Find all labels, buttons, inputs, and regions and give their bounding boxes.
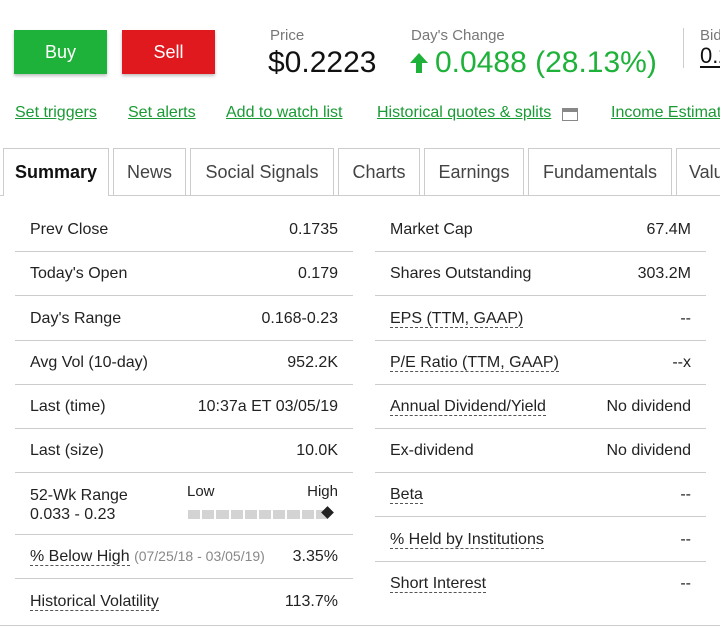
stat-value: 3.35% (292, 548, 338, 565)
below-high-label[interactable]: % Below High (30, 548, 130, 566)
set-triggers-link[interactable]: Set triggers (15, 104, 97, 122)
days-change-label: Day's Change (411, 27, 505, 44)
buy-button[interactable]: Buy (14, 30, 107, 74)
stat-label: EPS (TTM, GAAP) (390, 310, 524, 328)
below-high-dates: (07/25/18 - 03/05/19) (134, 548, 265, 564)
tab-summary[interactable]: Summary (3, 148, 109, 196)
stat-label: 52-Wk Range (30, 487, 128, 504)
stat-label: Avg Vol (10-day) (30, 354, 148, 371)
stat-row-prev-close: Prev Close 0.1735 (15, 208, 353, 252)
annual-dividend-label[interactable]: Annual Dividend/Yield (390, 398, 546, 416)
beta-label[interactable]: Beta (390, 486, 423, 504)
calendar-icon[interactable] (562, 108, 578, 121)
tab-valuation[interactable]: Valuation (676, 148, 720, 195)
stat-row-pe-ratio: P/E Ratio (TTM, GAAP) --x (375, 341, 706, 385)
stat-value: -- (680, 531, 691, 548)
stat-row-annual-dividend: Annual Dividend/Yield No dividend (375, 385, 706, 429)
tab-social-signals[interactable]: Social Signals (190, 148, 334, 195)
stat-row-held-by-institutions: % Held by Institutions -- (375, 518, 706, 562)
divider (683, 28, 684, 68)
stat-row-short-interest: Short Interest -- (375, 562, 706, 606)
price-label: Price (270, 27, 305, 44)
stat-value: 113.7% (284, 593, 338, 610)
held-by-institutions-label[interactable]: % Held by Institutions (390, 531, 544, 549)
set-alerts-link[interactable]: Set alerts (128, 104, 196, 122)
stat-row-market-cap: Market Cap 67.4M (375, 208, 706, 252)
stat-label: % Held by Institutions (390, 531, 544, 549)
stat-row-ex-dividend: Ex-dividend No dividend (375, 429, 706, 473)
stat-row-days-range: Day's Range 0.168-0.23 (15, 297, 353, 341)
days-change: 0.0488 (28.13%) (409, 46, 657, 80)
stat-label: Historical Volatility (30, 593, 159, 611)
stat-row-historical-volatility: Historical Volatility 113.7% (15, 580, 353, 624)
action-links: Set triggers Set alerts Add to watch lis… (0, 104, 720, 126)
stat-label: Short Interest (390, 575, 487, 593)
pe-ratio-label[interactable]: P/E Ratio (TTM, GAAP) (390, 354, 559, 372)
stat-label: Market Cap (390, 221, 473, 238)
stat-row-last-size: Last (size) 10.0K (15, 429, 353, 473)
short-interest-label[interactable]: Short Interest (390, 575, 487, 593)
stat-value: 0.168-0.23 (261, 310, 338, 327)
stat-value: 67.4M (646, 221, 691, 238)
stat-row-avg-vol: Avg Vol (10-day) 952.2K (15, 341, 353, 385)
stat-value: -- (680, 575, 691, 592)
stat-value: 952.2K (287, 354, 338, 371)
stat-value: -- (680, 486, 691, 503)
stat-label: Prev Close (30, 221, 109, 238)
eps-label[interactable]: EPS (TTM, GAAP) (390, 310, 524, 328)
days-change-value: 0.0488 (28.13%) (435, 46, 657, 79)
stat-value: No dividend (606, 398, 692, 415)
stat-value: 10.0K (296, 442, 338, 459)
tab-bar: Summary News Social Signals Charts Earni… (0, 148, 720, 196)
tab-earnings[interactable]: Earnings (424, 148, 524, 195)
stat-label: Ex-dividend (390, 442, 474, 459)
tab-charts[interactable]: Charts (338, 148, 420, 195)
stat-label: Beta (390, 486, 423, 504)
stat-label: Day's Range (30, 310, 122, 327)
stat-row-below-high: % Below High (07/25/18 - 03/05/19) 3.35% (15, 535, 353, 579)
historical-quotes-link[interactable]: Historical quotes & splits (377, 104, 551, 122)
stat-row-last-time: Last (time) 10:37a ET 03/05/19 (15, 385, 353, 429)
stat-value: 0.179 (297, 265, 338, 282)
tab-news[interactable]: News (113, 148, 186, 195)
add-to-watch-list-link[interactable]: Add to watch list (226, 104, 343, 122)
stat-label: P/E Ratio (TTM, GAAP) (390, 354, 559, 372)
stat-value: 0.1735 (289, 221, 338, 238)
divider (0, 625, 720, 626)
income-estimates-link[interactable]: Income Estimates (611, 104, 720, 122)
historical-volatility-label[interactable]: Historical Volatility (30, 593, 159, 611)
stat-label: Last (size) (30, 442, 104, 459)
range-values: 0.033 - 0.23 (30, 506, 116, 523)
bid-label: Bid (700, 27, 720, 44)
stat-row-beta: Beta -- (375, 473, 706, 517)
price-value: $0.2223 (268, 46, 377, 79)
stat-label: Shares Outstanding (390, 265, 532, 282)
stat-row-shares-outstanding: Shares Outstanding 303.2M (375, 252, 706, 296)
stat-value: -- (680, 310, 691, 327)
stat-value: 303.2M (637, 265, 691, 282)
stat-label: Annual Dividend/Yield (390, 398, 546, 416)
stat-row-52wk-range: 52-Wk Range Low High 0.033 - 0.23 (15, 473, 353, 535)
tab-fundamentals[interactable]: Fundamentals (528, 148, 672, 195)
stat-row-todays-open: Today's Open 0.179 (15, 252, 353, 296)
stat-row-eps: EPS (TTM, GAAP) -- (375, 297, 706, 341)
arrow-up-icon (410, 53, 428, 73)
stat-value: No dividend (606, 442, 692, 459)
range-low-label: Low (187, 483, 215, 500)
stat-value: 10:37a ET 03/05/19 (197, 398, 338, 415)
stat-label: Last (time) (30, 398, 106, 415)
sell-button[interactable]: Sell (122, 30, 215, 74)
stat-label: Today's Open (30, 265, 128, 282)
range-high-label: High (307, 483, 338, 500)
stat-label: % Below High (07/25/18 - 03/05/19) (30, 548, 265, 566)
bid-value[interactable]: 0.2 (700, 45, 720, 68)
range-bar (188, 510, 329, 519)
stat-value: --x (672, 354, 691, 371)
